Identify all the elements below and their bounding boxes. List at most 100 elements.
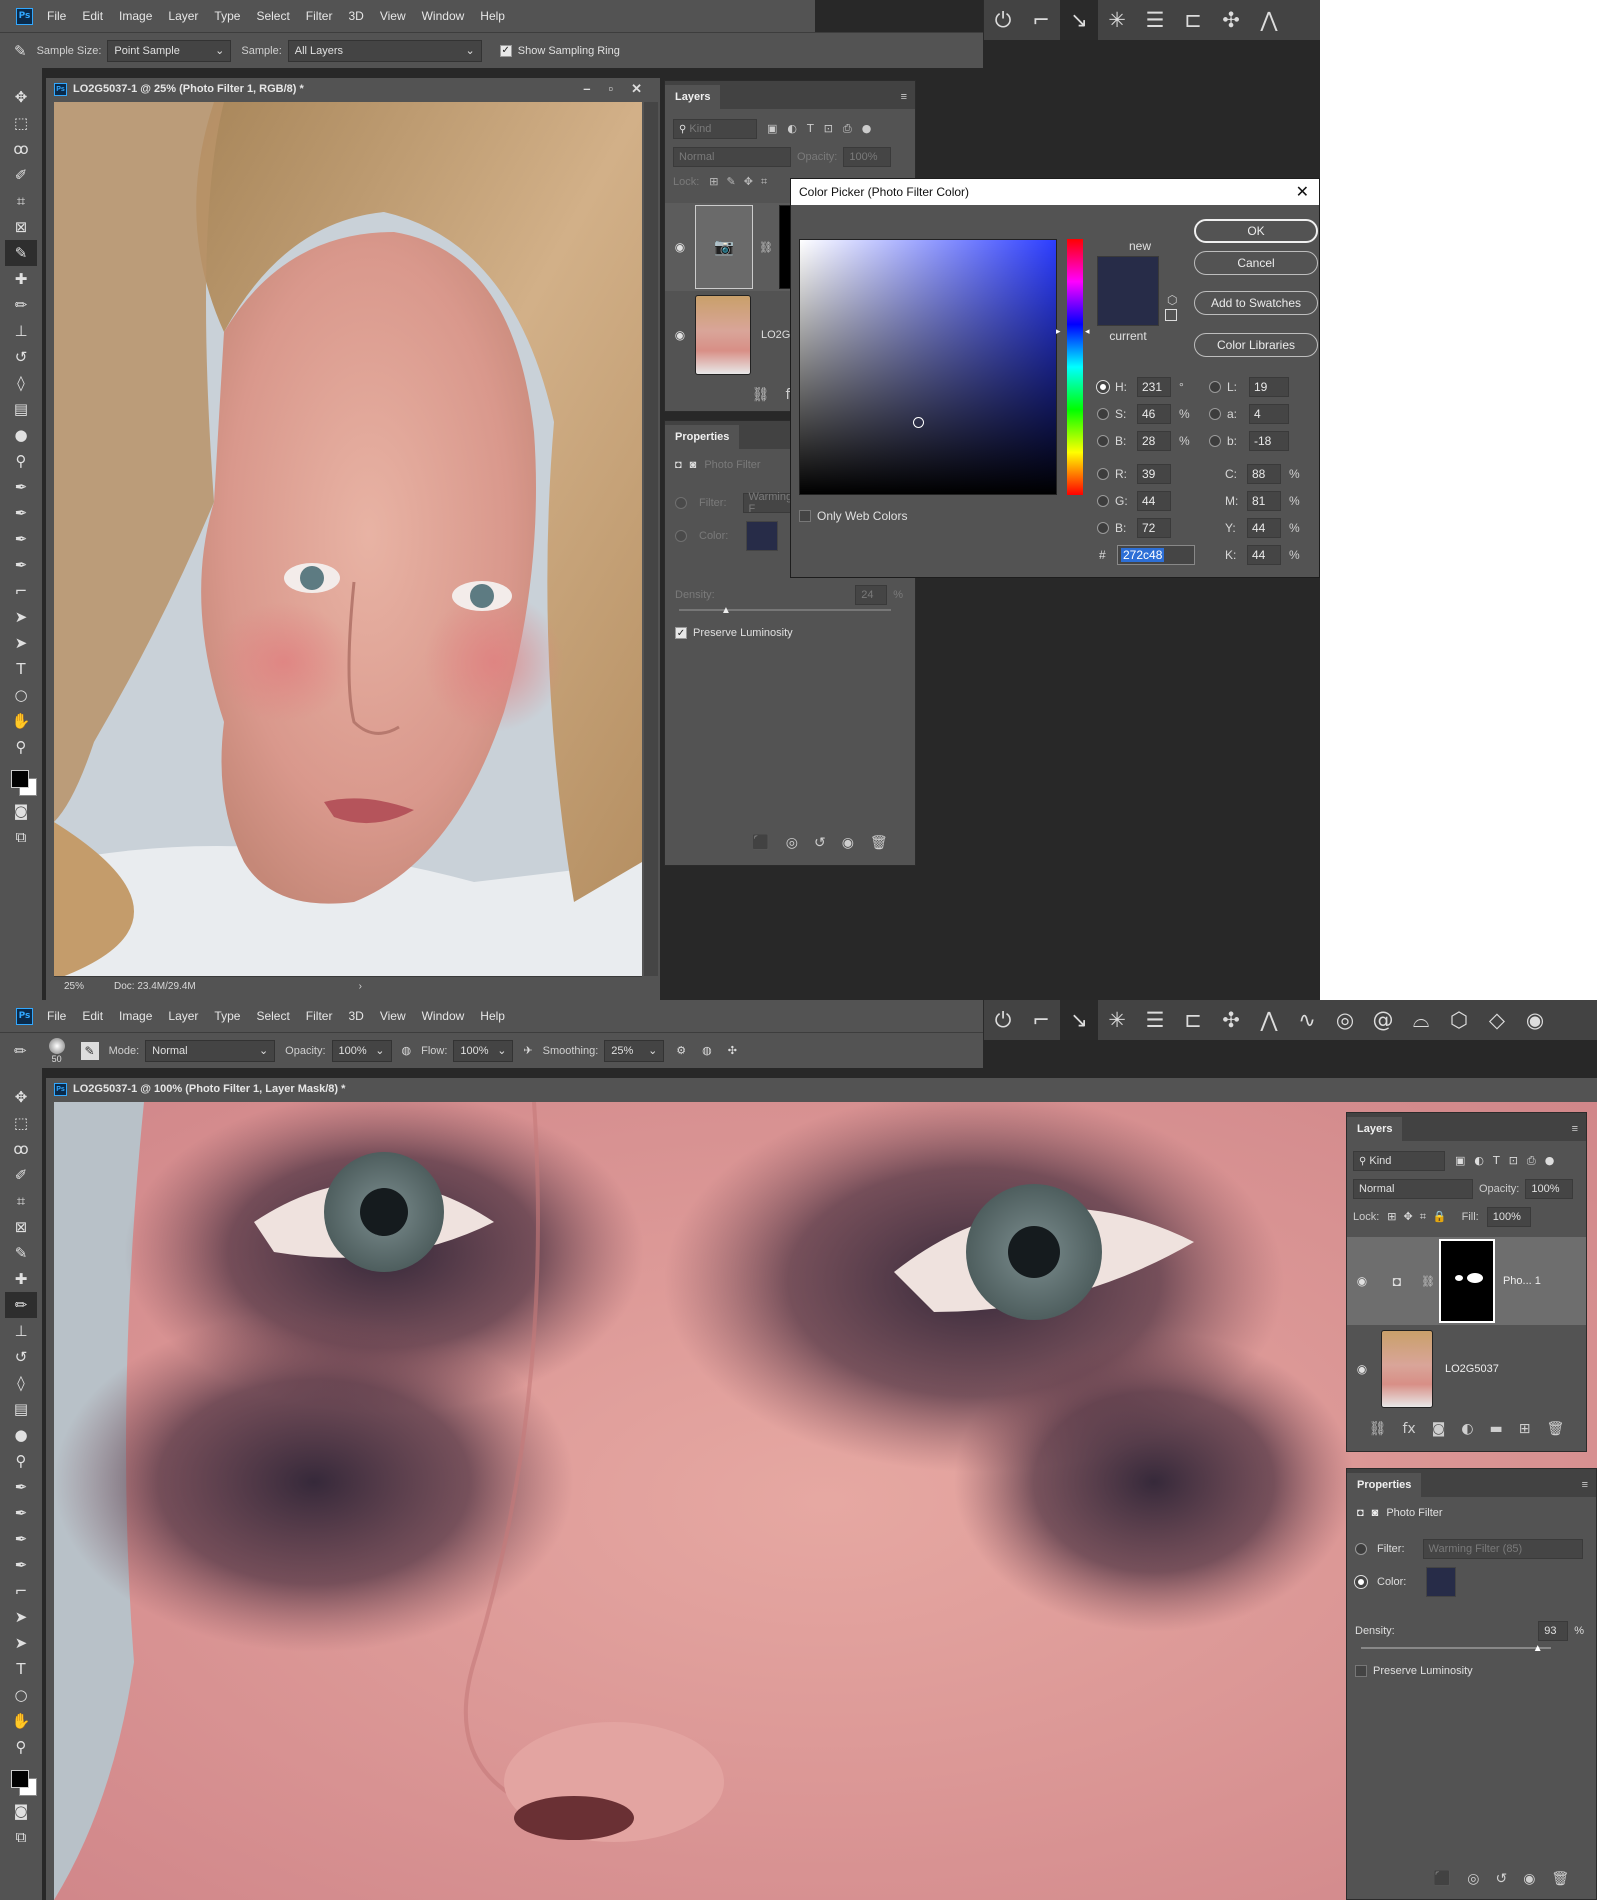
red-radio[interactable] — [1097, 468, 1109, 480]
hue-arrow-left[interactable]: ▸ — [1056, 326, 1061, 337]
ring-icon[interactable]: ◉ — [1516, 1008, 1554, 1032]
eraser-tool-icon[interactable]: ◊ — [17, 370, 24, 396]
preserve-luminosity-checkbox[interactable] — [1355, 1665, 1367, 1677]
only-web-checkbox[interactable] — [799, 510, 811, 522]
reset-icon[interactable]: ↺ — [1495, 1871, 1507, 1887]
type-tool-icon[interactable]: T — [16, 656, 25, 682]
visibility-icon[interactable]: ◉ — [842, 835, 854, 851]
cross-icon[interactable]: ✣ — [1212, 1008, 1250, 1032]
marquee-tool-icon[interactable]: ⬚ — [14, 110, 28, 136]
mask-thumbnail[interactable] — [1438, 1239, 1495, 1323]
saturation-brightness-field[interactable] — [799, 239, 1057, 495]
link-layers-icon[interactable]: ⛓ — [752, 387, 770, 403]
adjustment-thumbnail[interactable]: 📷 — [695, 205, 753, 289]
menu-edit[interactable]: Edit — [82, 9, 103, 23]
color-swatch[interactable] — [1426, 1567, 1457, 1597]
sample-select[interactable]: All Layers ⌄ — [287, 39, 482, 62]
density-slider-thumb[interactable]: ▲ — [1533, 1643, 1543, 1654]
filter-select[interactable]: Warming Filter (85) — [1422, 1539, 1583, 1559]
direct-select-icon[interactable]: ➤ — [15, 1630, 28, 1656]
quick-select-icon[interactable]: ✐ — [15, 1162, 28, 1188]
lock-icons[interactable]: ⊞✎✥⌗ — [709, 175, 775, 189]
symmetry-icon[interactable]: ✣ — [728, 1044, 737, 1057]
foreground-color-swatch[interactable] — [11, 1770, 29, 1788]
density-slider-track[interactable] — [1361, 1647, 1551, 1649]
web-safe-icon[interactable] — [1165, 309, 1177, 321]
photo-canvas[interactable] — [54, 102, 642, 980]
hex-input[interactable]: 272c48 — [1117, 545, 1195, 565]
eye-icon[interactable]: ◉ — [1347, 1274, 1377, 1288]
blue-input[interactable]: 72 — [1137, 518, 1171, 538]
foreground-color-swatch[interactable] — [11, 770, 29, 788]
color-libraries-button[interactable]: Color Libraries — [1194, 333, 1318, 357]
filter-radio[interactable] — [1355, 1543, 1367, 1555]
kind-select[interactable]: ⚲ Kind — [1353, 1151, 1445, 1171]
menu-3d[interactable]: 3D — [348, 1009, 363, 1023]
brush-preset[interactable]: 50 — [48, 1037, 65, 1064]
link-icon[interactable]: ⛓ — [1421, 1275, 1435, 1288]
new-current-swatch[interactable] — [1097, 256, 1159, 326]
sample-size-select[interactable]: Point Sample ⌄ — [107, 39, 232, 62]
density-slider-track[interactable] — [679, 609, 891, 611]
menu-view[interactable]: View — [380, 9, 406, 23]
gradient-tool-icon[interactable]: ▤ — [14, 396, 28, 422]
menu-type[interactable]: Type — [214, 1009, 240, 1023]
vertical-scrollbar[interactable] — [644, 102, 658, 976]
close-icon[interactable]: ✕ — [1296, 182, 1309, 202]
ellipse-tool-icon[interactable]: ○ — [14, 682, 27, 708]
step-icon[interactable]: ⌐ — [1022, 8, 1060, 32]
move-tool-icon[interactable]: ✥ — [15, 1084, 28, 1110]
marquee-tool-icon[interactable]: ⬚ — [14, 1110, 28, 1136]
power-icon[interactable]: ⏻ — [984, 1008, 1022, 1033]
properties-tab[interactable]: Properties — [1347, 1473, 1422, 1497]
menu-edit[interactable]: Edit — [82, 1009, 103, 1023]
cube-icon[interactable]: ⬡ — [1167, 293, 1177, 307]
green-radio[interactable] — [1097, 495, 1109, 507]
show-ring-checkbox[interactable]: ✓ — [499, 44, 512, 57]
blur-tool-icon[interactable]: ● — [14, 422, 27, 448]
stamp-tool-icon[interactable]: ⊥ — [14, 1318, 27, 1344]
cube-icon[interactable]: ⬡ — [1440, 1008, 1478, 1032]
bright-radio[interactable] — [1097, 435, 1109, 447]
layer-thumbnail[interactable] — [1381, 1330, 1433, 1408]
hat-icon[interactable]: ⌓ — [1402, 1008, 1440, 1033]
trash-icon[interactable]: 🗑 — [1551, 1871, 1569, 1887]
chevron-right-icon[interactable]: › — [359, 981, 362, 992]
hue-slider[interactable] — [1067, 239, 1083, 495]
properties-tab[interactable]: Properties — [665, 425, 740, 449]
lasso-tool-icon[interactable]: ꝏ — [13, 1136, 28, 1162]
pen-alt-icon[interactable]: ✒ — [15, 1500, 28, 1526]
view-previous-icon[interactable]: ◎ — [786, 835, 798, 851]
spiral-icon[interactable]: ◎ — [1326, 1008, 1364, 1032]
zoom-level[interactable]: 25% — [54, 981, 114, 992]
layer-name[interactable]: Pho... 1 — [1503, 1275, 1541, 1287]
new-layer-icon[interactable]: ⊞ — [1519, 1421, 1531, 1437]
mode-select[interactable]: Normal ⌄ — [145, 1039, 276, 1062]
anchor-tool-icon[interactable]: ⌐ — [15, 578, 28, 604]
path-select-icon[interactable]: ➤ — [15, 1604, 28, 1630]
eye-icon[interactable]: ◉ — [665, 328, 695, 342]
frame-tool-icon[interactable]: ⊠ — [15, 214, 28, 240]
color-cursor[interactable] — [913, 417, 924, 428]
magenta-input[interactable]: 81 — [1247, 491, 1281, 511]
clip-icon[interactable]: ⬛ — [752, 835, 769, 851]
layer-thumbnail[interactable] — [695, 295, 751, 375]
doc-info[interactable]: Doc: 23.4M/29.4M — [114, 981, 196, 992]
color-swatches[interactable] — [5, 764, 37, 798]
frame-tool-icon[interactable]: ⊠ — [15, 1214, 28, 1240]
fx-icon[interactable]: fx — [1403, 1421, 1416, 1437]
hue-arrow-right[interactable]: ◂ — [1085, 326, 1090, 337]
swirl-icon[interactable]: @ — [1364, 1008, 1402, 1032]
triangle-icon[interactable]: ⋀ — [1250, 8, 1288, 32]
layer-row-photo-filter[interactable]: ◉ ◘ ⛓ Pho... 1 — [1347, 1237, 1586, 1325]
menu-help[interactable]: Help — [480, 9, 505, 23]
menu-image[interactable]: Image — [119, 9, 152, 23]
history-brush-icon[interactable]: ↺ — [15, 1344, 28, 1370]
cross-icon[interactable]: ✣ — [1212, 8, 1250, 32]
trash-icon[interactable]: 🗑 — [870, 835, 888, 851]
filter-radio[interactable] — [675, 497, 687, 509]
preserve-luminosity-checkbox[interactable]: ✓ — [675, 627, 687, 639]
menu-file[interactable]: File — [47, 9, 66, 23]
bracket-icon[interactable]: ⊏ — [1174, 8, 1212, 32]
menu-window[interactable]: Window — [422, 1009, 465, 1023]
